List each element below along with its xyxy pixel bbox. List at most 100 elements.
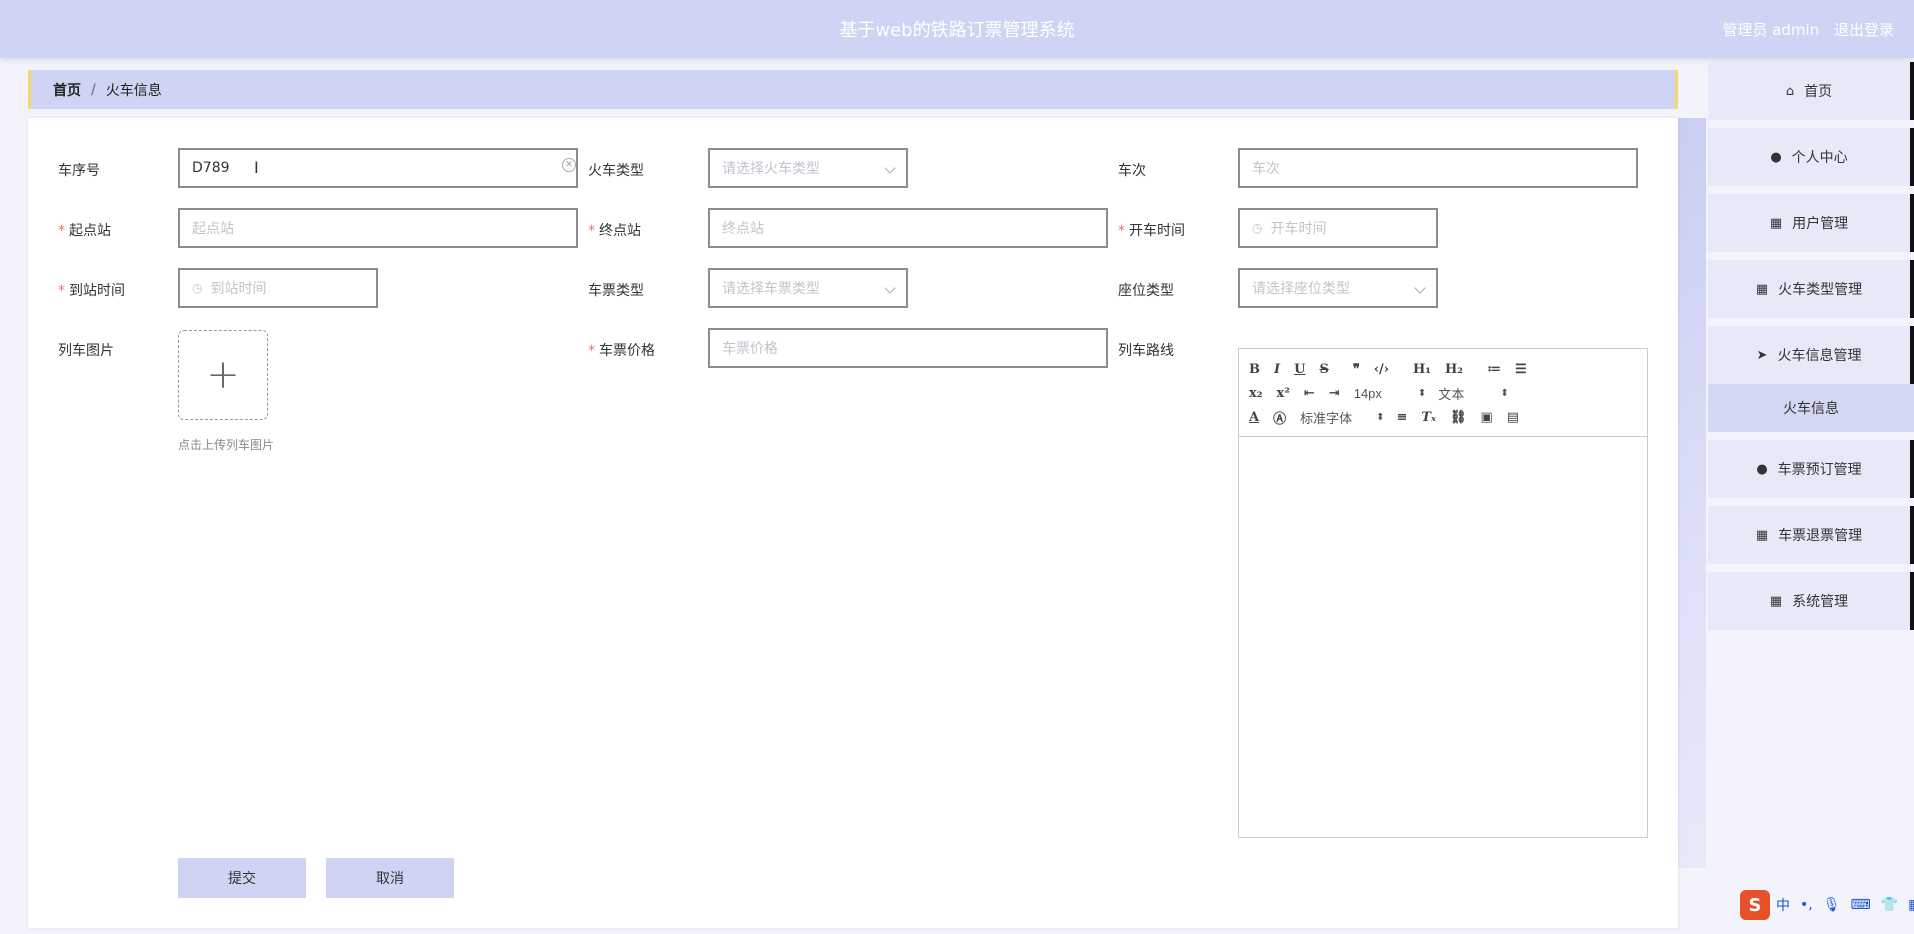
- link-icon[interactable]: ⛓: [1450, 410, 1467, 425]
- arrive-placeholder: 到站时间: [210, 281, 267, 297]
- ime-mode[interactable]: 中: [1776, 895, 1790, 915]
- font-family-value: 标准字体: [1300, 410, 1353, 426]
- sidebar-item-train-types[interactable]: ▦ 火车类型管理: [1708, 260, 1914, 318]
- background-color-icon[interactable]: Ⓐ: [1273, 408, 1286, 427]
- sidebar-item-label: 车票退票管理: [1778, 528, 1863, 544]
- editor-content[interactable]: [1239, 437, 1647, 837]
- toolbox-icon[interactable]: ▦: [1908, 897, 1914, 913]
- updown-icon: ⬍: [1417, 387, 1427, 399]
- ordered-list-icon[interactable]: ≔: [1487, 362, 1501, 377]
- text-type-select[interactable]: 文本 ⬍: [1438, 384, 1508, 403]
- sidebar-item-profile[interactable]: ● 个人中心: [1708, 128, 1914, 186]
- sidebar-item-users[interactable]: ▦ 用户管理: [1708, 194, 1914, 252]
- indent-icon[interactable]: ⇥: [1329, 386, 1340, 401]
- ticket-type-select[interactable]: 请选择车票类型: [708, 268, 908, 308]
- clear-format-icon[interactable]: Tₓ: [1421, 410, 1436, 425]
- outdent-icon[interactable]: ⇤: [1304, 386, 1315, 401]
- video-icon[interactable]: ▤: [1507, 410, 1519, 425]
- user-icon: ●: [1770, 149, 1782, 165]
- train-no-label: 车序号: [58, 163, 100, 179]
- clock-icon: ◷: [1252, 221, 1263, 235]
- train-type-select[interactable]: 请选择火车类型: [708, 148, 908, 188]
- editor-toolbar: B I U S ❞ ‹/› H₁ H₂ ≔ ☰ x₂ x² ⇤ ⇥ 14px ⬍ …: [1239, 349, 1647, 437]
- sidebar-item-system[interactable]: ▦ 系统管理: [1708, 572, 1914, 630]
- upload-tip: 点击上传列车图片: [178, 438, 275, 452]
- sidebar-item-label: 车票预订管理: [1777, 462, 1862, 478]
- train-no-input[interactable]: D789 I ✕: [178, 148, 578, 188]
- breadcrumb: 首页 / 火车信息: [28, 70, 1678, 109]
- font-family-select[interactable]: 标准字体 ⬍: [1300, 408, 1384, 427]
- send-icon: ➤: [1756, 347, 1768, 363]
- grid-icon: ▦: [1769, 215, 1783, 231]
- subscript-icon[interactable]: x₂: [1249, 386, 1262, 401]
- home-icon: ⌂: [1785, 83, 1795, 99]
- microphone-icon[interactable]: 🎙: [1823, 897, 1841, 913]
- bullet-list-icon[interactable]: ☰: [1515, 362, 1527, 377]
- seat-type-label: 座位类型: [1118, 283, 1174, 299]
- sidebar-item-label: 系统管理: [1792, 594, 1849, 610]
- depart-label-text: 开车时间: [1129, 223, 1185, 239]
- clear-icon[interactable]: ✕: [562, 158, 576, 172]
- sidebar-item-train-info[interactable]: ➤ 火车信息管理: [1708, 326, 1914, 384]
- submit-button[interactable]: 提交: [178, 858, 306, 898]
- h2-icon[interactable]: H₂: [1445, 362, 1463, 377]
- chevron-down-icon: [884, 282, 896, 294]
- user-label: 管理员 admin: [1722, 21, 1820, 39]
- start-placeholder: 起点站: [192, 221, 234, 237]
- breadcrumb-home[interactable]: 首页: [53, 80, 81, 100]
- depart-label: * 开车时间: [1118, 220, 1185, 240]
- sidebar: ⌂ 首页 ● 个人中心 ▦ 用户管理 ▦ 火车类型管理 ➤ 火车信息管理 火车信…: [1708, 62, 1914, 638]
- arrive-time-picker[interactable]: ◷ 到站时间: [178, 268, 378, 308]
- sidebar-item-label: 个人中心: [1791, 150, 1848, 166]
- sidebar-item-refund[interactable]: ▦ 车票退票管理: [1708, 506, 1914, 564]
- align-icon[interactable]: ≡: [1397, 410, 1408, 425]
- code-icon[interactable]: ‹/›: [1374, 362, 1389, 377]
- skin-icon[interactable]: 👕: [1881, 897, 1898, 913]
- trip-input[interactable]: 车次: [1238, 148, 1638, 188]
- depart-time-picker[interactable]: ◷ 开车时间: [1238, 208, 1438, 248]
- start-input[interactable]: 起点站: [178, 208, 578, 248]
- font-size-value: 14px: [1353, 385, 1382, 401]
- keyboard-icon[interactable]: ⌨: [1851, 897, 1871, 913]
- font-size-select[interactable]: 14px ⬍: [1354, 386, 1427, 401]
- plus-icon: +: [206, 352, 240, 398]
- ime-toolbar[interactable]: S 中 •, 🎙 ⌨ 👕 ▦: [1740, 890, 1914, 920]
- image-upload[interactable]: +: [178, 330, 268, 420]
- italic-icon[interactable]: I: [1274, 362, 1280, 377]
- seat-type-select[interactable]: 请选择座位类型: [1238, 268, 1438, 308]
- font-color-icon[interactable]: A: [1249, 410, 1259, 425]
- grid-icon: ▦: [1755, 281, 1769, 297]
- train-no-value: D789: [192, 160, 230, 176]
- logout-link[interactable]: 退出登录: [1834, 21, 1894, 39]
- text-type-value: 文本: [1438, 386, 1465, 402]
- trip-label: 车次: [1118, 163, 1146, 179]
- user-icon: ●: [1756, 461, 1768, 477]
- chevron-down-icon: [884, 162, 896, 174]
- quote-icon[interactable]: ❞: [1353, 362, 1360, 377]
- arrive-label-text: 到站时间: [69, 283, 125, 299]
- app-title: 基于web的铁路订票管理系统: [839, 20, 1075, 41]
- top-header: 基于web的铁路订票管理系统 管理员 admin 退出登录: [0, 0, 1914, 58]
- required-mark: *: [1118, 223, 1125, 239]
- cancel-button[interactable]: 取消: [326, 858, 454, 898]
- sidebar-subitem-train-info[interactable]: 火车信息: [1708, 384, 1914, 432]
- underline-icon[interactable]: U: [1294, 362, 1305, 377]
- trip-placeholder: 车次: [1252, 161, 1280, 177]
- sidebar-item-home[interactable]: ⌂ 首页: [1708, 62, 1914, 120]
- start-label: * 起点站: [58, 220, 111, 240]
- h1-icon[interactable]: H₁: [1413, 362, 1431, 377]
- superscript-icon[interactable]: x²: [1276, 386, 1289, 401]
- train-type-placeholder: 请选择火车类型: [722, 161, 820, 177]
- image-icon[interactable]: ▣: [1481, 410, 1493, 425]
- end-label: * 终点站: [588, 220, 641, 240]
- breadcrumb-current: 火车信息: [105, 82, 162, 99]
- sidebar-item-label: 用户管理: [1792, 216, 1849, 232]
- depart-placeholder: 开车时间: [1270, 221, 1327, 237]
- sidebar-item-booking[interactable]: ● 车票预订管理: [1708, 440, 1914, 498]
- strike-icon[interactable]: S: [1319, 362, 1328, 377]
- punctuation-icon[interactable]: •,: [1800, 897, 1813, 913]
- price-input[interactable]: 车票价格: [708, 328, 1108, 368]
- sogou-logo-icon[interactable]: S: [1740, 890, 1770, 920]
- bold-icon[interactable]: B: [1249, 362, 1260, 377]
- end-input[interactable]: 终点站: [708, 208, 1108, 248]
